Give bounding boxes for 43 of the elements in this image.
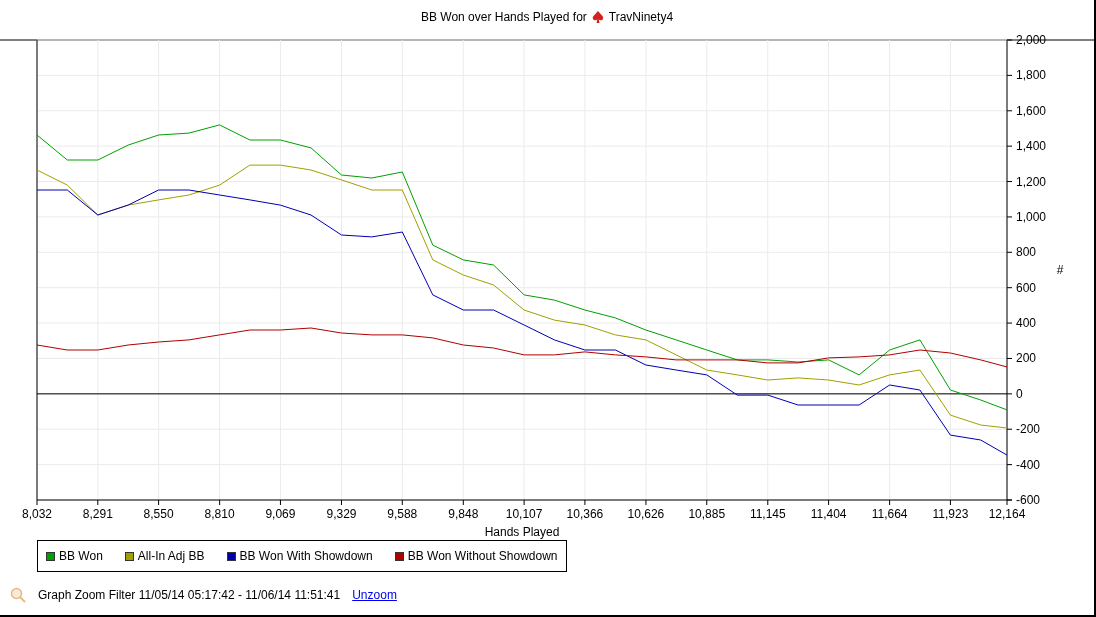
y-tick-label: -600 — [1016, 493, 1041, 507]
y-tick-label: 600 — [1016, 280, 1037, 295]
x-tick-label: 10,885 — [688, 507, 726, 521]
legend-label: All-In Adj BB — [137, 548, 205, 565]
y-tick-label: 1,800 — [1016, 68, 1047, 83]
x-tick-label: 8,032 — [22, 507, 52, 521]
x-tick-label: 8,810 — [204, 507, 235, 521]
legend-label: BB Won With Showdown — [239, 548, 373, 565]
magnifier-icon — [10, 587, 26, 603]
x-axis-title: Hands Played — [484, 525, 560, 539]
x-tick-label: 8,550 — [143, 507, 174, 521]
y-tick-label: 1,200 — [1016, 174, 1047, 189]
y-tick-label: 400 — [1016, 316, 1037, 331]
y-tick-label: 1,400 — [1016, 139, 1047, 154]
x-tick-label: 11,145 — [749, 507, 786, 521]
chart-title: BB Won over Hands Played for — [420, 9, 587, 26]
zoom-filter-text: Graph Zoom Filter 11/05/14 05:17:42 - 11/06/14 11:51:41 — [38, 587, 341, 604]
x-tick-label: 10,107 — [505, 507, 543, 521]
y-tick-label: -200 — [1016, 422, 1041, 437]
x-tick-label: 9,588 — [387, 507, 418, 521]
x-tick-label: 10,366 — [566, 507, 604, 521]
x-tick-label: 9,329 — [326, 507, 357, 521]
y-tick-label: 2,000 — [1016, 34, 1047, 47]
y-tick-label: 200 — [1016, 351, 1037, 366]
y-tick-label: 1,000 — [1016, 209, 1047, 224]
y-tick-label: 800 — [1016, 245, 1037, 260]
x-tick-label: 11,664 — [871, 507, 908, 521]
x-tick-label: 9,848 — [448, 507, 479, 521]
legend-label: BB Won Without Showdown — [407, 548, 558, 565]
spade-icon — [590, 10, 605, 24]
x-tick-label: 12,164 — [988, 507, 1026, 521]
x-tick-label: 11,923 — [932, 507, 969, 521]
y-axis-title: # — [1056, 263, 1064, 277]
player-name: TravNinety4 — [608, 9, 674, 26]
y-tick-label: 1,600 — [1016, 103, 1047, 118]
unzoom-link[interactable]: Unzoom — [352, 586, 397, 604]
y-tick-label: 0 — [1016, 386, 1023, 401]
x-tick-label: 10,626 — [627, 507, 665, 521]
x-tick-label: 9,069 — [265, 507, 296, 521]
x-tick-label: 11,404 — [810, 507, 847, 521]
legend-label: BB Won — [59, 548, 103, 565]
x-tick-label: 8,291 — [82, 507, 113, 521]
y-tick-label: -400 — [1016, 457, 1041, 472]
